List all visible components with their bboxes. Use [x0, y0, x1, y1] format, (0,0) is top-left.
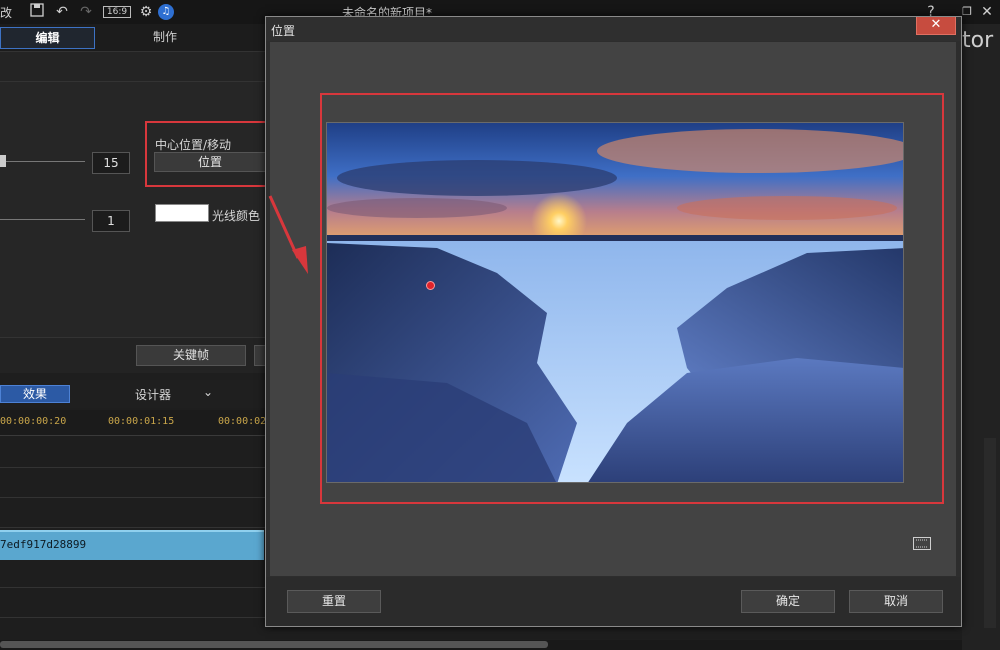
arrow-icon: [268, 195, 308, 274]
tab-produce[interactable]: 制作: [120, 27, 210, 49]
effects-tab-button[interactable]: 效果: [0, 385, 70, 403]
aspect-icon[interactable]: 16:9: [103, 6, 131, 18]
save-icon[interactable]: [28, 3, 46, 21]
vertical-scrollbar[interactable]: [984, 438, 996, 628]
undo-icon[interactable]: ↶: [53, 3, 71, 21]
brand-fragment: tor: [962, 28, 994, 53]
dialog-close-button[interactable]: ✕: [916, 17, 956, 35]
highlight-box-preview: [320, 93, 944, 504]
reset-button[interactable]: 重置: [287, 590, 381, 613]
dialog-title-bar[interactable]: [266, 17, 961, 41]
slider-handle-1[interactable]: [0, 155, 6, 167]
slider-value-1[interactable]: 15: [92, 152, 130, 174]
slider-value-2[interactable]: 1: [92, 210, 130, 232]
redo-icon[interactable]: ↷: [77, 3, 95, 21]
horizontal-scrollbar-thumb[interactable]: [0, 641, 548, 648]
notification-icon[interactable]: ♫: [158, 4, 174, 20]
tab-edit[interactable]: 编辑: [0, 27, 95, 49]
chevron-down-icon[interactable]: ⌄: [203, 385, 213, 399]
dialog-title: 位置: [271, 24, 296, 38]
clip-name: 7edf917d28899: [0, 538, 87, 551]
ruler-tick: 00:00:01:15: [108, 416, 175, 427]
slider-track-1[interactable]: [0, 161, 85, 162]
aspect-ratio-icon[interactable]: [913, 537, 931, 550]
keyframe-button[interactable]: 关键帧: [136, 345, 246, 366]
light-color-swatch[interactable]: [155, 204, 209, 222]
light-color-label: 光线颜色: [212, 209, 261, 223]
close-icon[interactable]: ✕: [978, 3, 996, 21]
menu-fragment[interactable]: 改: [0, 4, 12, 21]
highlight-box-position-button: [145, 121, 275, 187]
settings-icon[interactable]: ⚙: [137, 3, 155, 21]
cancel-button[interactable]: 取消: [849, 590, 943, 613]
ruler-tick: 00:00:00:20: [0, 416, 67, 427]
ok-button[interactable]: 确定: [741, 590, 835, 613]
slider-track-2[interactable]: [0, 219, 85, 220]
designer-dropdown[interactable]: 设计器: [135, 386, 171, 403]
